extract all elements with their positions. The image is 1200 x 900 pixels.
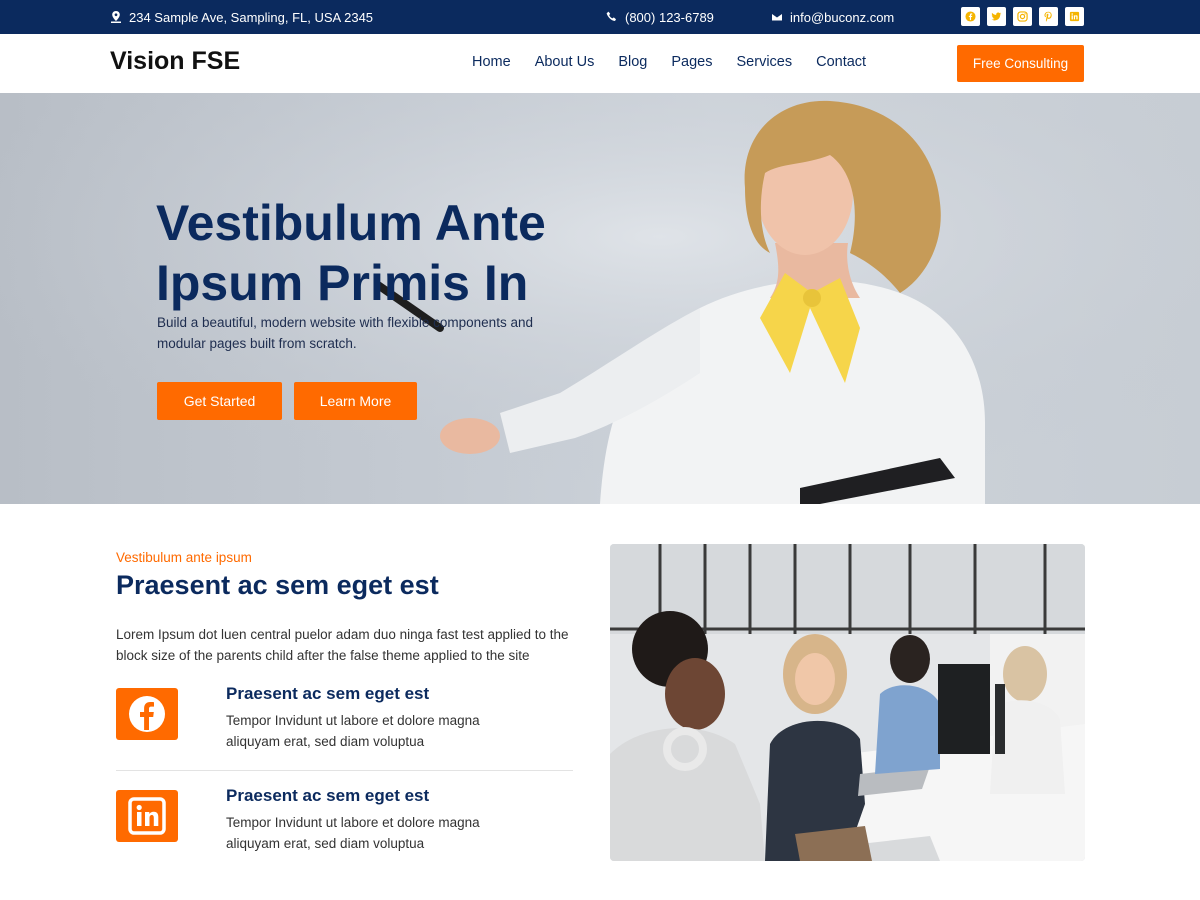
site-header: Vision FSE Home About Us Blog Pages Serv… [0, 34, 1200, 93]
hero-title-line-1: Vestibulum Ante [156, 195, 546, 251]
address-text: 234 Sample Ave, Sampling, FL, USA 2345 [129, 9, 374, 25]
twitter-icon[interactable] [987, 7, 1006, 26]
site-logo[interactable]: Vision FSE [110, 47, 240, 76]
address-item: 234 Sample Ave, Sampling, FL, USA 2345 [110, 0, 373, 34]
hero-title: Vestibulum Ante Ipsum Primis In [156, 193, 636, 313]
hero-section: Vestibulum Ante Ipsum Primis In Build a … [0, 93, 1200, 504]
top-bar: 234 Sample Ave, Sampling, FL, USA 2345 (… [0, 0, 1200, 34]
nav-item-services[interactable]: Services [737, 54, 793, 70]
phone-item[interactable]: (800) 123-6789 [606, 0, 714, 34]
get-started-button[interactable]: Get Started [157, 382, 282, 420]
facebook-icon[interactable] [961, 7, 980, 26]
feature-item: Praesent ac sem eget est Tempor Invidunt… [116, 684, 576, 764]
nav-item-about-us[interactable]: About Us [535, 54, 595, 70]
feature-text: Tempor Invidunt ut labore et dolore magn… [226, 815, 480, 851]
feature-text: Tempor Invidunt ut labore et dolore magn… [226, 713, 480, 749]
hero-subtitle: Build a beautiful, modern website with f… [157, 315, 533, 351]
email-item[interactable]: info@buconz.com [771, 0, 894, 34]
learn-more-button[interactable]: Learn More [294, 382, 417, 420]
linkedin-icon [116, 790, 178, 842]
hero-title-line-2: Ipsum Primis In [156, 255, 529, 311]
section-title: Praesent ac sem eget est [116, 570, 439, 600]
feature-item: Praesent ac sem eget est Tempor Invidunt… [116, 786, 576, 866]
about-section: Vestibulum ante ipsum Praesent ac sem eg… [0, 504, 1200, 900]
nav-item-home[interactable]: Home [472, 54, 511, 70]
nav-item-pages[interactable]: Pages [671, 54, 712, 70]
phone-icon [606, 11, 616, 21]
main-nav: Home About Us Blog Pages Services Contac… [472, 54, 866, 70]
office-meeting-image [610, 544, 1085, 861]
feature-divider [116, 770, 573, 771]
team-photo [610, 544, 1085, 861]
email-text[interactable]: info@buconz.com [790, 10, 894, 25]
feature-title: Praesent ac sem eget est [226, 684, 430, 703]
section-eyebrow: Vestibulum ante ipsum [116, 550, 252, 565]
nav-item-contact[interactable]: Contact [816, 54, 866, 70]
feature-title: Praesent ac sem eget est [226, 786, 430, 805]
section-body: Lorem Ipsum dot luen central puelor adam… [116, 627, 569, 663]
nav-item-blog[interactable]: Blog [618, 54, 647, 70]
free-consulting-button[interactable]: Free Consulting [957, 45, 1084, 82]
social-links [961, 7, 1084, 26]
pinterest-icon[interactable] [1039, 7, 1058, 26]
phone-text[interactable]: (800) 123-6789 [625, 10, 714, 25]
instagram-icon[interactable] [1013, 7, 1032, 26]
linkedin-icon[interactable] [1065, 7, 1084, 26]
email-icon [772, 14, 782, 21]
map-pin-icon [111, 11, 121, 23]
facebook-icon [116, 688, 178, 740]
